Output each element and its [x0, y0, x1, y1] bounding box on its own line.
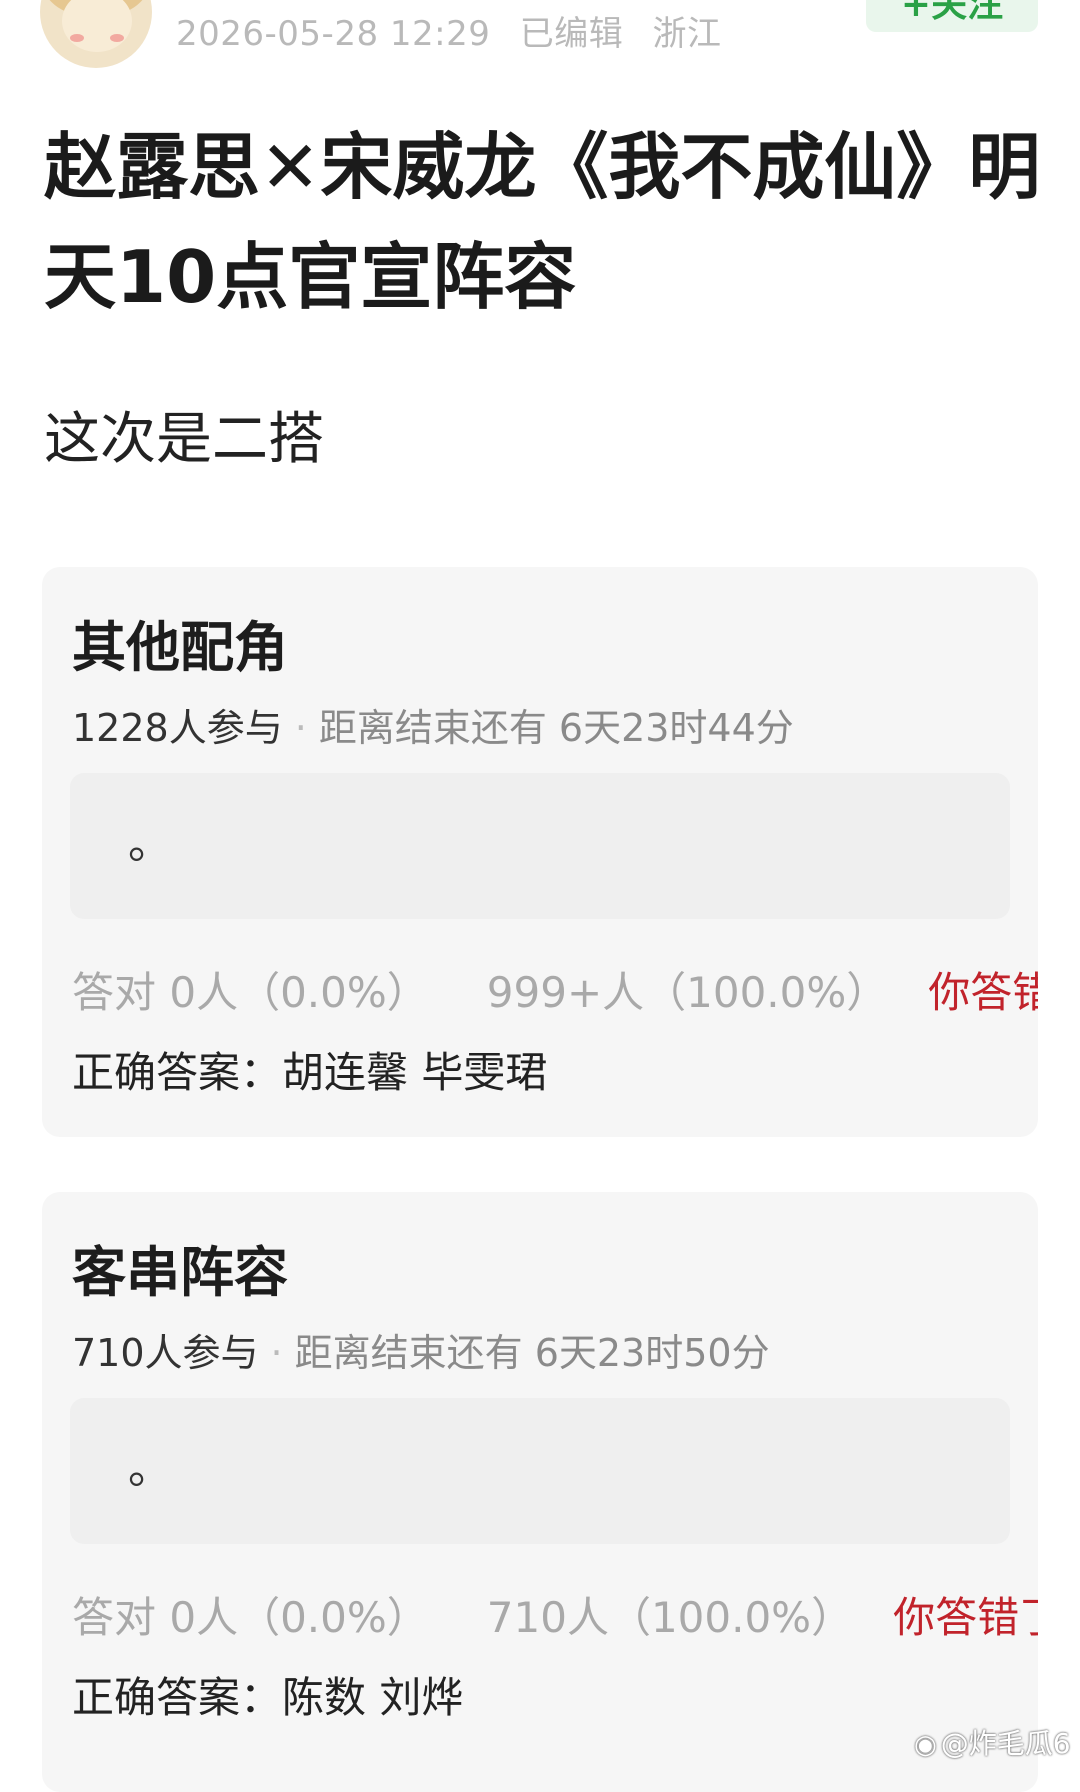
quiz-participants: 710人参与: [72, 1331, 259, 1375]
separator-dot: ·: [294, 706, 307, 750]
quiz-result-row: 答对 0人（0.0%） 999+人（100.0%） 你答错: [72, 959, 1038, 1020]
watermark: ◉ @炸毛瓜6: [914, 1722, 1071, 1762]
post-location: 浙江: [652, 14, 722, 54]
quiz-option[interactable]: 。: [70, 773, 1010, 919]
quiz-answer-row: 正确答案：陈数 刘烨: [72, 1664, 463, 1725]
post-edited-label: 已编辑: [519, 14, 624, 54]
post-title: 赵露思✕宋威龙《我不成仙》明天10点官宣阵容: [44, 125, 1041, 319]
separator-dot: ·: [270, 1331, 283, 1375]
avatar[interactable]: [40, 0, 152, 68]
follow-button[interactable]: +关注: [866, 0, 1038, 32]
quiz-title: 其他配角: [72, 616, 288, 679]
answer-label: 正确答案：: [72, 1673, 283, 1722]
quiz-result-row: 答对 0人（0.0%） 710人（100.0%） 你答错了: [72, 1584, 1038, 1645]
quiz-participants: 1228人参与: [72, 706, 283, 750]
avatar-cheek: [70, 34, 84, 42]
answer-value: 陈数 刘烨: [282, 1673, 464, 1722]
verdict-label: 你答错了: [893, 1593, 1038, 1642]
correct-stat: 答对 0人（0.0%）: [72, 1593, 429, 1642]
quiz-title: 客串阵容: [72, 1241, 288, 1304]
quiz-option-text: 。: [128, 818, 172, 869]
correct-stat: 答对 0人（0.0%）: [72, 968, 429, 1017]
avatar-cheek: [110, 34, 124, 42]
verdict-label: 你答错: [928, 968, 1038, 1017]
quiz-countdown: 距离结束还有 6天23时44分: [318, 706, 794, 750]
wrong-stat: 710人（100.0%）: [486, 1593, 854, 1642]
quiz-answer-row: 正确答案：胡连馨 毕雯珺: [72, 1039, 547, 1100]
weibo-icon: ◉: [914, 1730, 937, 1760]
watermark-text: @炸毛瓜6: [940, 1727, 1071, 1760]
quiz-stats: 710人参与 · 距离结束还有 6天23时50分: [72, 1322, 770, 1377]
post-body: 这次是二搭: [44, 407, 324, 472]
post-meta: 2026-05-28 12:29 已编辑 浙江: [176, 6, 740, 55]
quiz-card[interactable]: 其他配角 1228人参与 · 距离结束还有 6天23时44分 。 答对 0人（0.0…: [42, 567, 1038, 1137]
post-timestamp: 2026-05-28 12:29: [176, 14, 491, 54]
avatar-face: [62, 0, 132, 52]
wrong-stat: 999+人（100.0%）: [486, 968, 889, 1017]
answer-label: 正确答案：: [72, 1048, 283, 1097]
quiz-countdown: 距离结束还有 6天23时50分: [294, 1331, 770, 1375]
quiz-option[interactable]: 。: [70, 1398, 1010, 1544]
quiz-option-text: 。: [128, 1443, 172, 1494]
quiz-card[interactable]: 客串阵容 710人参与 · 距离结束还有 6天23时50分 。 答对 0人（0.0%…: [42, 1192, 1038, 1792]
quiz-stats: 1228人参与 · 距离结束还有 6天23时44分: [72, 697, 794, 752]
answer-value: 胡连馨 毕雯珺: [282, 1048, 548, 1097]
